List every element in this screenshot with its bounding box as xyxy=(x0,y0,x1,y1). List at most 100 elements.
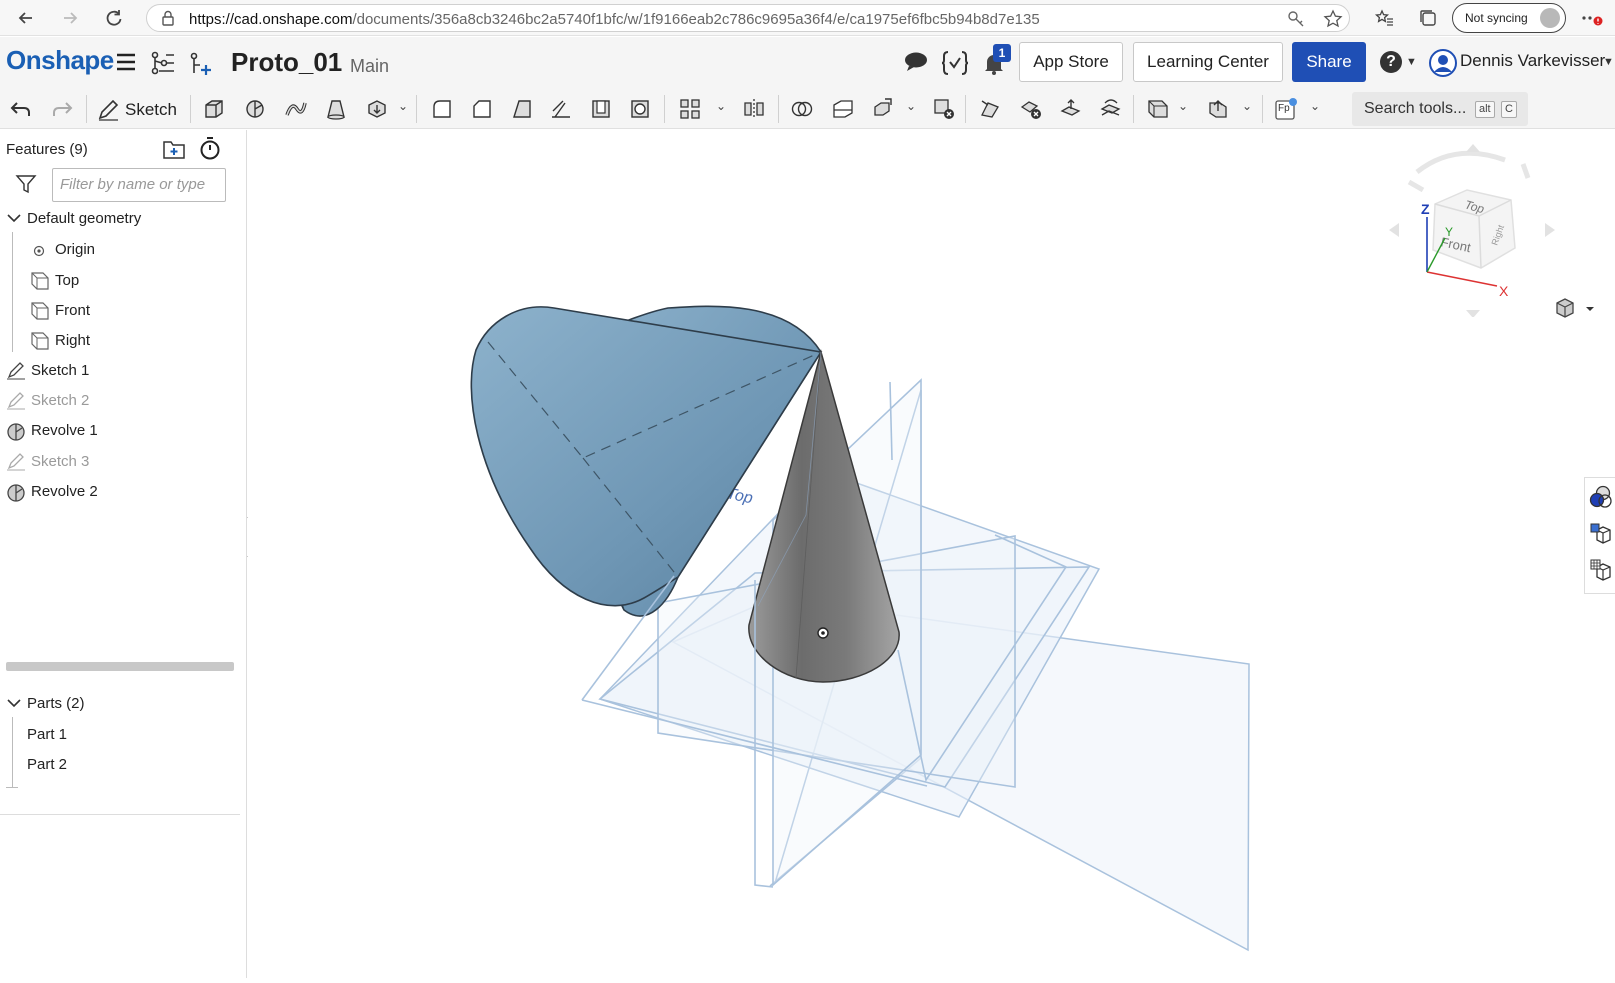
tree-guide-line xyxy=(12,232,13,352)
tree-item-revolve-2[interactable]: Revolve 2 xyxy=(31,483,98,500)
tree-item-top[interactable]: Top xyxy=(55,272,79,289)
tree-item-part-2[interactable]: Part 2 xyxy=(27,756,67,773)
user-avatar-icon[interactable] xyxy=(1429,49,1457,82)
forward-icon[interactable] xyxy=(56,4,84,32)
modify-fillet-icon[interactable] xyxy=(976,95,1004,123)
parts-chevron-icon[interactable] xyxy=(6,695,22,716)
reload-icon[interactable] xyxy=(100,4,128,32)
tree-item-front[interactable]: Front xyxy=(55,302,90,319)
delete-face-icon[interactable] xyxy=(1017,95,1045,123)
custom-feature-dropdown-chevron-icon[interactable]: ⌄ xyxy=(1310,99,1320,113)
move-face-icon[interactable] xyxy=(1057,95,1085,123)
app-header: Onshape Proto_01 Main 1 App Store Learni… xyxy=(0,37,1615,87)
parts-group[interactable]: Parts (2) xyxy=(27,695,85,712)
learning-center-button[interactable]: Learning Center xyxy=(1133,42,1283,82)
linear-pattern-icon[interactable] xyxy=(676,95,704,123)
split-icon[interactable] xyxy=(829,95,857,123)
view-options-cube-icon[interactable] xyxy=(1554,297,1598,326)
notification-badge: 1 xyxy=(993,44,1011,62)
view-cube[interactable]: Top Front Right Z Y X xyxy=(1385,142,1565,322)
rotate-down-arrow-icon[interactable] xyxy=(1466,310,1480,318)
plane-icon[interactable] xyxy=(1144,95,1172,123)
help-chevron-down-icon[interactable]: ▼ xyxy=(1406,56,1417,68)
boolean-icon[interactable] xyxy=(788,95,816,123)
insert-element-icon[interactable] xyxy=(188,51,214,82)
mass-properties-icon[interactable] xyxy=(1589,522,1613,551)
search-tools-input[interactable]: Search tools... alt C xyxy=(1352,92,1528,126)
collections-icon[interactable] xyxy=(1414,4,1442,32)
filter-funnel-icon[interactable] xyxy=(15,174,37,199)
delete-part-icon[interactable] xyxy=(930,95,958,123)
replace-face-icon[interactable] xyxy=(1097,95,1125,123)
tree-item-part-1[interactable]: Part 1 xyxy=(27,726,67,743)
share-button[interactable]: Share xyxy=(1292,42,1366,82)
tree-item-sketch-2[interactable]: Sketch 2 xyxy=(31,392,89,409)
variables-icon[interactable] xyxy=(941,50,969,81)
document-title[interactable]: Proto_01 xyxy=(231,47,342,78)
extrude-icon[interactable] xyxy=(200,95,228,123)
app-store-button[interactable]: App Store xyxy=(1019,42,1123,82)
user-menu-chevron-icon[interactable]: ▼ xyxy=(1603,56,1614,68)
transform-dropdown-chevron-icon[interactable]: ⌄ xyxy=(906,99,916,113)
favorites-icon[interactable] xyxy=(1370,4,1398,32)
fillet-icon[interactable] xyxy=(428,95,456,123)
rollback-timer-icon[interactable] xyxy=(198,136,222,165)
feature-tree-scrollbar[interactable] xyxy=(6,662,234,671)
configurations-icon[interactable] xyxy=(1589,558,1613,587)
rotate-left-arrow-icon[interactable] xyxy=(1389,223,1399,237)
draft-icon[interactable] xyxy=(508,95,536,123)
tree-item-revolve-1[interactable]: Revolve 1 xyxy=(31,422,98,439)
thicken-icon[interactable] xyxy=(363,95,391,123)
mate-connector-icon[interactable] xyxy=(1204,95,1232,123)
rotate-up-arrow-icon[interactable] xyxy=(1466,144,1480,152)
undo-icon[interactable] xyxy=(7,95,35,123)
revolve-icon[interactable] xyxy=(241,95,269,123)
address-bar[interactable]: https://cad.onshape.com/documents/356a8c… xyxy=(146,4,1350,32)
redo-icon[interactable] xyxy=(48,95,76,123)
rotate-arc-icon[interactable] xyxy=(1415,150,1506,174)
workspace-name[interactable]: Main xyxy=(350,56,389,77)
toolbar-separator xyxy=(1262,95,1263,123)
hamburger-menu-icon[interactable] xyxy=(115,52,137,77)
appearance-panel-icon[interactable] xyxy=(1589,485,1613,514)
version-graph-icon[interactable] xyxy=(150,51,176,80)
panel-divider[interactable] xyxy=(0,814,240,815)
onshape-logo[interactable]: Onshape xyxy=(6,45,114,76)
tree-item-sketch-3[interactable]: Sketch 3 xyxy=(31,453,89,470)
mate-connector-dropdown-chevron-icon[interactable]: ⌄ xyxy=(1242,99,1252,113)
back-icon[interactable] xyxy=(12,4,40,32)
loft-icon[interactable] xyxy=(322,95,350,123)
user-name[interactable]: Dennis Varkevisser xyxy=(1460,51,1605,71)
shell-icon[interactable] xyxy=(587,95,615,123)
default-geometry-chevron-icon[interactable] xyxy=(6,210,22,231)
sketch-button[interactable]: Sketch xyxy=(96,96,177,124)
chamfer-icon[interactable] xyxy=(468,95,496,123)
add-folder-icon[interactable] xyxy=(162,138,186,165)
help-icon[interactable]: ? xyxy=(1380,51,1402,73)
sweep-icon[interactable] xyxy=(282,95,310,123)
tree-guide-line xyxy=(6,787,18,788)
feature-tree-panel: Features (9) Filter by name or type Defa… xyxy=(0,130,247,978)
graphics-area[interactable]: Top Top Front Right Z Y X xyxy=(248,130,1615,978)
mirror-icon[interactable] xyxy=(740,95,768,123)
shortcut-key-alt: alt xyxy=(1475,101,1495,118)
sync-button[interactable]: Not syncing xyxy=(1452,3,1566,33)
comments-icon[interactable] xyxy=(903,51,929,78)
tree-item-sketch-1[interactable]: Sketch 1 xyxy=(31,362,89,379)
more-menu-icon[interactable] xyxy=(1578,4,1606,32)
feature-filter-input[interactable]: Filter by name or type xyxy=(52,168,226,202)
transform-icon[interactable] xyxy=(869,95,897,123)
thicken-dropdown-chevron-icon[interactable]: ⌄ xyxy=(398,99,408,113)
custom-feature-icon[interactable]: Fp xyxy=(1272,95,1300,123)
rotate-right-arrow-icon[interactable] xyxy=(1545,223,1555,237)
fp-label: Fp xyxy=(1278,103,1290,114)
key-icon[interactable] xyxy=(1287,10,1305,33)
hole-icon[interactable] xyxy=(626,95,654,123)
tree-item-origin[interactable]: Origin xyxy=(55,241,95,258)
pattern-dropdown-chevron-icon[interactable]: ⌄ xyxy=(716,99,726,113)
rib-icon[interactable] xyxy=(547,95,575,123)
default-geometry-group[interactable]: Default geometry xyxy=(27,210,141,227)
star-icon[interactable] xyxy=(1323,9,1343,34)
plane-dropdown-chevron-icon[interactable]: ⌄ xyxy=(1178,99,1188,113)
tree-item-right[interactable]: Right xyxy=(55,332,90,349)
